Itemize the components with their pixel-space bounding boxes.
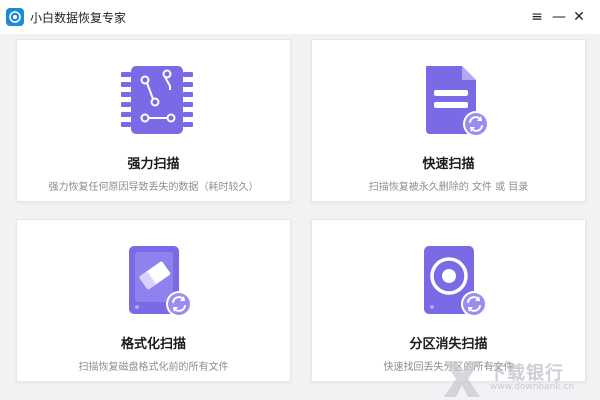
title-bar: 小白数据恢复专家 ≡ — ✕	[0, 0, 600, 34]
watermark-url: www.downbank.cn	[490, 382, 575, 392]
quick-scan-desc: 扫描恢复被永久删除的 文件 或 目录	[368, 182, 529, 193]
close-button[interactable]: ✕	[569, 7, 589, 27]
format-scan-card[interactable]: 格式化扫描 扫描恢复磁盘格式化前的所有文件	[16, 219, 291, 382]
watermark: 下载银行 www.downbank.cn	[440, 355, 600, 400]
app-title: 小白数据恢复专家	[30, 11, 127, 25]
deep-scan-card[interactable]: 强力扫描 强力恢复任何原因导致丢失的数据（耗时较久）	[16, 39, 291, 202]
quick-scan-title: 快速扫描	[422, 157, 475, 172]
chip-icon	[121, 66, 193, 134]
partition-scan-title: 分区消失扫描	[409, 337, 488, 352]
minimize-button[interactable]: —	[549, 7, 569, 27]
format-scan-title: 格式化扫描	[120, 337, 186, 352]
deep-scan-desc: 强力恢复任何原因导致丢失的数据（耗时较久）	[48, 182, 259, 193]
format-scan-desc: 扫描恢复磁盘格式化前的所有文件	[78, 362, 229, 373]
menu-button[interactable]: ≡	[527, 7, 547, 27]
app-logo-icon	[6, 8, 24, 26]
eraser-drive-refresh-icon	[129, 246, 192, 317]
watermark-logo-icon	[444, 361, 480, 397]
deep-scan-title: 强力扫描	[127, 157, 180, 172]
document-refresh-icon	[426, 66, 489, 137]
disk-drive-refresh-icon	[424, 246, 487, 317]
quick-scan-card[interactable]: 快速扫描 扫描恢复被永久删除的 文件 或 目录	[311, 39, 586, 202]
